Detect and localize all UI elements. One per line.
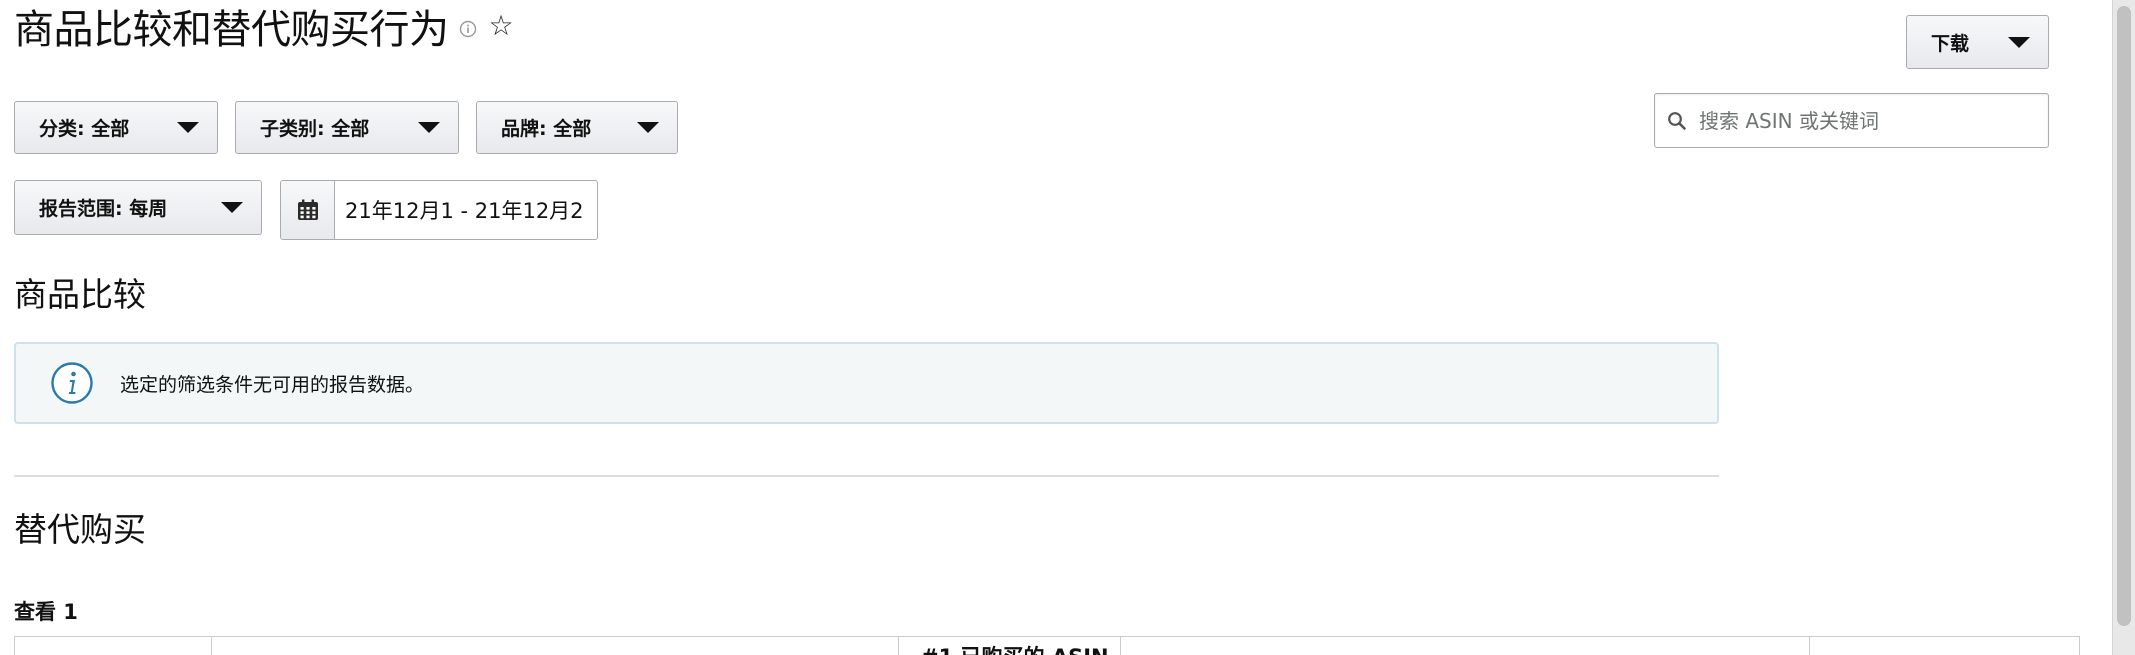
- calendar-icon: [297, 199, 318, 220]
- subcategory-dropdown[interactable]: 子类别: 全部: [235, 101, 459, 154]
- search-icon: [1668, 111, 1686, 130]
- brand-dropdown-label: 品牌: 全部: [501, 118, 592, 140]
- caret-down-icon: [221, 202, 243, 213]
- section-divider: [14, 475, 1719, 477]
- caret-down-icon: [177, 122, 199, 133]
- caret-down-icon: [637, 122, 659, 133]
- page-scrollbar[interactable]: [2112, 0, 2135, 655]
- alternate-purchase-section-title: 替代购买: [14, 510, 146, 549]
- table-header-cell: [212, 637, 899, 655]
- search-box[interactable]: [1654, 93, 2049, 148]
- title-row: 商品比较和替代购买行为 ☆: [14, 0, 514, 53]
- info-circle-icon: [51, 362, 93, 404]
- date-range-value[interactable]: 21年12月1 - 21年12月2: [335, 181, 584, 239]
- table-header-cell: [15, 637, 212, 655]
- page-title: 商品比较和替代购买行为: [14, 7, 449, 53]
- no-data-alert: 选定的筛选条件无可用的报告数据。: [14, 342, 1719, 424]
- brand-dropdown[interactable]: 品牌: 全部: [476, 101, 678, 154]
- search-input[interactable]: [1699, 108, 2039, 133]
- caret-down-icon: [418, 122, 440, 133]
- subcategory-dropdown-label: 子类别: 全部: [260, 118, 370, 140]
- category-dropdown[interactable]: 分类: 全部: [14, 101, 218, 154]
- table-header-cell: [1121, 637, 1810, 655]
- alternate-purchase-table: #1 已购买的 ASIN: [14, 636, 2080, 655]
- category-dropdown-label: 分类: 全部: [39, 118, 130, 140]
- table-header-purchased-asin[interactable]: #1 已购买的 ASIN: [899, 637, 1121, 655]
- comparison-section-title: 商品比较: [14, 275, 146, 314]
- star-icon[interactable]: ☆: [489, 12, 514, 40]
- download-button[interactable]: 下载: [1906, 15, 2049, 69]
- caret-down-icon: [2008, 36, 2030, 48]
- download-button-label: 下载: [1931, 32, 1970, 55]
- page: 商品比较和替代购买行为 ☆ 下载 分类: 全部 子类别: 全部 品牌: 全部 报…: [0, 0, 2135, 655]
- view-count-label: 查看 1: [14, 600, 78, 624]
- date-range-picker[interactable]: 21年12月1 - 21年12月2: [280, 180, 598, 240]
- alert-message: 选定的筛选条件无可用的报告数据。: [120, 373, 425, 396]
- scrollbar-thumb[interactable]: [2117, 6, 2131, 626]
- report-range-dropdown[interactable]: 报告范围: 每周: [14, 180, 262, 235]
- calendar-button[interactable]: [281, 181, 335, 239]
- info-icon[interactable]: [459, 20, 477, 38]
- table-header-cell: [1810, 637, 2079, 655]
- report-range-dropdown-label: 报告范围: 每周: [39, 198, 168, 220]
